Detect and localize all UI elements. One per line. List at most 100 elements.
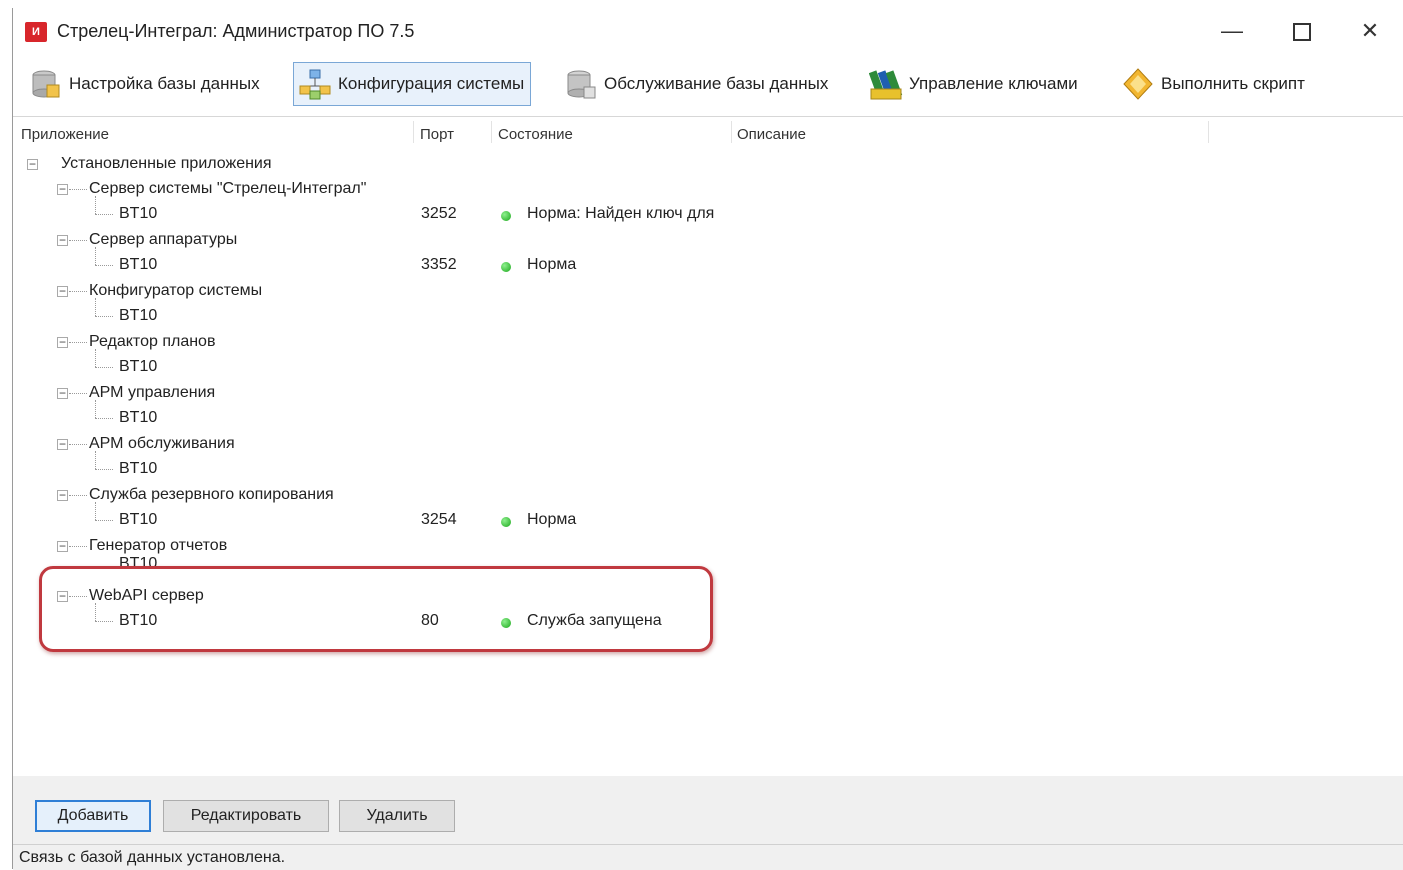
tree-connector: [95, 349, 96, 367]
tree-item-row[interactable]: BT10 3254 Норма: [13, 502, 1403, 533]
tree-item-label: BT10: [119, 409, 158, 426]
tree-connector: [95, 214, 113, 215]
keys-icon: [869, 70, 903, 100]
status-value: Норма: [527, 256, 577, 273]
minimize-button[interactable]: —: [1209, 14, 1255, 48]
tree-group-label: Редактор планов: [89, 333, 216, 350]
maximize-button[interactable]: [1279, 14, 1325, 48]
tree-connector: [95, 520, 113, 521]
tree-connector: [69, 291, 87, 292]
tree-item-label: BT10: [119, 256, 158, 273]
tree-connector: [95, 418, 113, 419]
collapse-toggle-icon[interactable]: −: [57, 183, 68, 195]
tree-connector: [69, 546, 87, 547]
maximize-icon: [1293, 23, 1311, 42]
tree-connector: [69, 495, 87, 496]
column-header-status[interactable]: Состояние: [498, 126, 573, 143]
app-logo-icon: И: [25, 22, 47, 42]
add-button[interactable]: Добавить: [35, 800, 151, 832]
status-ok-icon: [501, 211, 511, 221]
tree-connector: [69, 189, 87, 190]
column-divider[interactable]: [491, 121, 492, 143]
toolbar-label: Настройка базы данных: [69, 74, 260, 93]
tree-connector: [95, 400, 96, 418]
tree-group-row[interactable]: − Редактор планов: [13, 330, 1403, 355]
tree-group-row[interactable]: − АРМ управления: [13, 381, 1403, 406]
column-header-app[interactable]: Приложение: [21, 126, 109, 143]
highlight-frame: [39, 566, 713, 652]
toolbar-db-settings-button[interactable]: Настройка базы данных: [25, 62, 266, 106]
column-header-description[interactable]: Описание: [737, 126, 806, 143]
window-title: Стрелец-Интеграл: Администратор ПО 7.5: [57, 21, 415, 41]
tree-item-label: BT10: [119, 205, 158, 222]
tree-item-label: BT10: [119, 307, 158, 324]
toolbar-label: Конфигурация системы: [338, 74, 525, 93]
delete-button[interactable]: Удалить: [339, 800, 455, 832]
tree-group-label: Генератор отчетов: [89, 537, 228, 554]
tree-connector: [95, 502, 96, 520]
tree-root-row[interactable]: − Установленные приложения: [13, 152, 1403, 177]
collapse-toggle-icon[interactable]: −: [57, 285, 68, 297]
collapse-toggle-icon[interactable]: −: [57, 234, 68, 246]
close-button[interactable]: ✕: [1347, 14, 1393, 48]
collapse-toggle-icon[interactable]: −: [27, 158, 38, 170]
status-ok-icon: [501, 262, 511, 272]
column-header-port[interactable]: Порт: [420, 126, 454, 143]
column-divider[interactable]: [731, 121, 732, 143]
tree-item-label: BT10: [119, 358, 158, 375]
tree-group-label: Сервер системы "Стрелец-Интеграл": [89, 180, 367, 197]
tree-group-row[interactable]: − АРМ обслуживания: [13, 432, 1403, 457]
tree-connector: [95, 247, 96, 265]
tree-group-label: АРМ обслуживания: [89, 435, 235, 452]
tree-connector: [69, 342, 87, 343]
toolbar-keys-button[interactable]: Управление ключами: [865, 62, 1084, 106]
collapse-toggle-icon[interactable]: −: [57, 438, 68, 450]
edit-button[interactable]: Редактировать: [163, 800, 329, 832]
tree-connector: [69, 393, 87, 394]
toolbar-db-service-button[interactable]: Обслуживание базы данных: [560, 62, 834, 106]
tree-item-row[interactable]: BT10 3252 Норма: Найден ключ для: [13, 196, 1403, 227]
column-divider[interactable]: [413, 121, 414, 143]
toolbar: Настройка базы данных Конфигурация систе…: [13, 58, 1403, 114]
script-icon: [1123, 68, 1153, 100]
tree-group-row[interactable]: − Генератор отчетов: [13, 534, 1403, 559]
title-bar: И Стрелец-Интеграл: Администратор ПО 7.5…: [13, 8, 1403, 54]
tree-group-row[interactable]: − Служба резервного копирования: [13, 483, 1403, 508]
tree-group-label: Сервер аппаратуры: [89, 231, 238, 248]
tree-connector: [69, 444, 87, 445]
tree-item-row[interactable]: BT10: [13, 400, 1403, 431]
tree-header: Приложение Порт Состояние Описание: [13, 116, 1403, 147]
tree-item-label: BT10: [119, 511, 158, 528]
database-settings-icon: [32, 70, 60, 98]
applications-tree: − Установленные приложения − Сервер сист…: [13, 146, 1403, 776]
toolbar-run-script-button[interactable]: Выполнить скрипт: [1117, 62, 1311, 106]
main-window: И Стрелец-Интеграл: Администратор ПО 7.5…: [12, 8, 1403, 870]
tree-connector: [95, 451, 96, 469]
tree-item-row[interactable]: BT10 3352 Норма: [13, 247, 1403, 278]
toolbar-label: Обслуживание базы данных: [604, 74, 829, 93]
status-value: Норма: Найден ключ для: [527, 205, 715, 222]
tree-connector: [95, 298, 96, 316]
toolbar-system-config-button[interactable]: Конфигурация системы: [293, 62, 532, 106]
tree-connector: [95, 265, 113, 266]
port-value: 3254: [421, 511, 457, 528]
collapse-toggle-icon[interactable]: −: [57, 336, 68, 348]
tree-item-row[interactable]: BT10: [13, 298, 1403, 329]
tree-connector: [95, 469, 113, 470]
collapse-toggle-icon[interactable]: −: [57, 489, 68, 501]
tree-item-row[interactable]: BT10: [13, 451, 1403, 482]
column-divider[interactable]: [1208, 121, 1209, 143]
tree-connector: [95, 316, 113, 317]
tree-root-label: Установленные приложения: [61, 155, 272, 172]
tree-connector: [95, 367, 113, 368]
collapse-toggle-icon[interactable]: −: [57, 540, 68, 552]
tree-item-row[interactable]: BT10: [13, 349, 1403, 380]
tree-group-row[interactable]: − Сервер системы "Стрелец-Интеграл": [13, 177, 1403, 202]
status-ok-icon: [501, 517, 511, 527]
tree-group-row[interactable]: − Конфигуратор системы: [13, 279, 1403, 304]
tree-group-label: Служба резервного копирования: [89, 486, 334, 503]
tree-group-label: Конфигуратор системы: [89, 282, 263, 299]
collapse-toggle-icon[interactable]: −: [57, 387, 68, 399]
tree-group-row[interactable]: − Сервер аппаратуры: [13, 228, 1403, 253]
network-config-icon: [299, 69, 331, 100]
